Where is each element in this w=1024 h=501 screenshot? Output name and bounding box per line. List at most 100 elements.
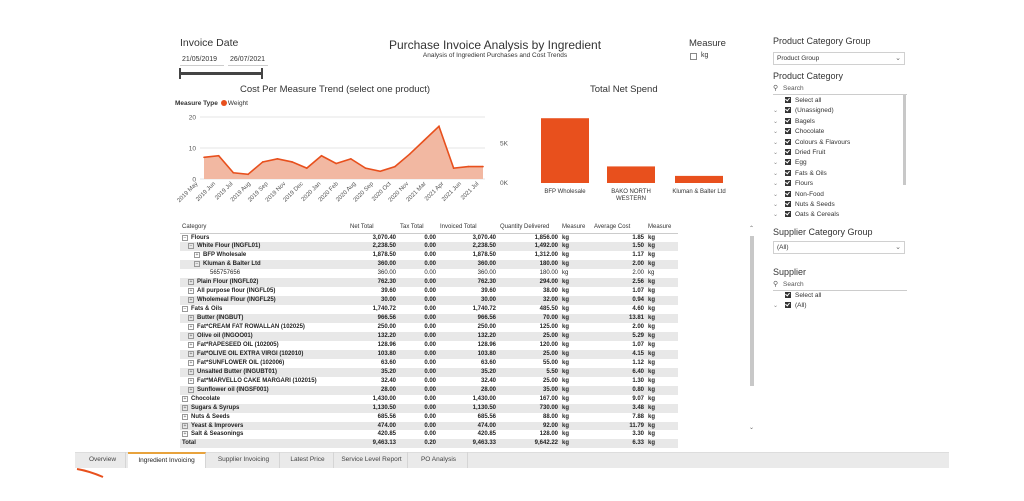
expand-icon[interactable]: + <box>188 315 194 322</box>
tab-ingredient-invoicing[interactable]: Ingredient Invoicing <box>128 452 206 468</box>
expand-icon[interactable]: + <box>182 395 188 402</box>
product-category-item[interactable]: ⌄ Dried Fruit <box>773 148 907 158</box>
bar[interactable] <box>607 166 655 183</box>
table-row[interactable]: + BFP Wholesale 1,878.50 0.00 1,878.50 1,312.… <box>180 251 678 260</box>
supplier-select-all[interactable]: Select all <box>773 291 907 301</box>
tab-latest-price[interactable]: Latest Price <box>282 452 334 468</box>
expand-icon[interactable]: + <box>188 279 194 286</box>
bar[interactable] <box>675 175 723 183</box>
expand-icon[interactable]: + <box>188 377 194 384</box>
scroll-down-icon[interactable]: ⌄ <box>749 424 754 431</box>
data-point[interactable] <box>305 167 308 169</box>
data-point[interactable] <box>261 161 264 163</box>
product-category-item[interactable]: ⌄ Flours <box>773 179 907 189</box>
expand-icon[interactable]: + <box>182 413 188 420</box>
date-slider-start-handle[interactable] <box>179 68 181 79</box>
product-category-item[interactable]: ⌄ Bagels <box>773 117 907 127</box>
tab-supplier-invoicing[interactable]: Supplier Invoicing <box>208 452 280 468</box>
expand-icon[interactable]: + <box>194 252 200 259</box>
data-point[interactable] <box>394 165 396 168</box>
data-point[interactable] <box>379 170 382 173</box>
expand-icon[interactable]: + <box>188 359 194 366</box>
data-point[interactable] <box>247 173 249 176</box>
table-row[interactable]: + Fat*MARVELLO CAKE MARGARI (102015) 32.40… <box>180 377 678 386</box>
end-date-input[interactable]: 26/07/2021 <box>228 53 268 66</box>
table-row[interactable]: − White Flour (INGFL01) 2,238.50 0.00 2,238.… <box>180 242 678 252</box>
table-row[interactable]: − Fats & Oils 1,740.72 0.00 1,740.72 485.50 kg… <box>180 305 678 314</box>
collapse-icon[interactable]: − <box>182 234 188 241</box>
cost-per-measure-chart[interactable]: 010202019 May2019 Jun2019 Jul2019 Aug201… <box>170 108 490 218</box>
column-header[interactable]: Category <box>180 222 348 234</box>
table-row[interactable]: + Butter (INGBUT) 966.56 0.00 966.56 70.00 kg 1… <box>180 314 678 324</box>
table-row[interactable]: + Fat*CREAM FAT ROWALLAN (102025) 250.00 0.… <box>180 323 678 332</box>
collapse-icon[interactable]: − <box>188 243 194 250</box>
product-category-select-all[interactable]: Select all <box>773 96 907 106</box>
column-header[interactable]: Average Cost <box>592 222 646 234</box>
data-point[interactable] <box>232 172 235 174</box>
data-point[interactable] <box>467 165 470 168</box>
table-row[interactable]: 565757656 360.00 0.00 360.00 180.00 kg 2.00 kg <box>180 269 678 278</box>
data-point[interactable] <box>320 154 323 157</box>
start-date-input[interactable]: 21/05/2019 <box>180 53 224 66</box>
product-category-item[interactable]: ⌄ (Unassigned) <box>773 106 907 116</box>
table-row[interactable]: + Plain Flour (INGFL02) 762.30 0.00 762.30 29… <box>180 278 678 288</box>
data-point[interactable] <box>350 158 352 160</box>
table-total-row[interactable]: Total 9,463.13 0.20 9,463.33 9,642.22 kg 6.33 k… <box>180 439 678 449</box>
expand-icon[interactable]: + <box>182 404 188 411</box>
table-row[interactable]: + Sunflower oil (INGSF001) 28.00 0.00 28.00 3… <box>180 385 678 395</box>
table-row[interactable]: + Salt & Seasonings 420.85 0.00 420.85 128.00… <box>180 430 678 439</box>
product-category-item[interactable]: ⌄ Oats & Cereals <box>773 210 907 220</box>
date-slider-end-handle[interactable] <box>261 68 263 79</box>
data-point[interactable] <box>482 165 484 168</box>
table-scrollbar[interactable] <box>750 236 754 386</box>
measure-kg-checkbox[interactable] <box>690 53 697 60</box>
data-point[interactable] <box>203 156 205 159</box>
table-row[interactable]: + All purpose flour (INGFL05) 39.60 0.00 39.… <box>180 287 678 296</box>
table-row[interactable]: − Kluman & Balter Ltd 360.00 0.00 360.00 180.… <box>180 260 678 270</box>
expand-icon[interactable]: + <box>188 288 194 295</box>
data-point[interactable] <box>452 167 455 169</box>
product-category-search[interactable]: ⚲ Search <box>773 83 907 95</box>
product-category-item[interactable]: ⌄ Chocolate <box>773 127 907 137</box>
product-category-item[interactable]: ⌄ Nuts & Seeds <box>773 200 907 210</box>
column-header[interactable]: Quantity Delivered <box>498 222 560 234</box>
table-row[interactable]: + Yeast & Improvers 474.00 0.00 474.00 92.00 k… <box>180 421 678 431</box>
data-point[interactable] <box>408 153 411 155</box>
expand-icon[interactable]: + <box>188 324 194 331</box>
table-row[interactable]: + Wholemeal Flour (INGFL25) 30.00 0.00 30.00… <box>180 296 678 306</box>
table-row[interactable]: + Olive oil (INGOO01) 132.20 0.00 132.20 25.0… <box>180 331 678 341</box>
column-header[interactable]: Measure <box>560 222 592 234</box>
supplier-category-group-dropdown[interactable]: (All) ⌄ <box>773 241 905 254</box>
table-row[interactable]: + Chocolate 1,430.00 0.00 1,430.00 167.00 kg 9.… <box>180 395 678 404</box>
expand-icon[interactable]: + <box>182 431 188 438</box>
expand-icon[interactable]: + <box>188 341 194 348</box>
collapse-icon[interactable]: − <box>182 306 188 313</box>
product-category-item[interactable]: ⌄ Fats & Oils <box>773 169 907 179</box>
table-row[interactable]: + Fat*RAPESEED OIL (102005) 128.96 0.00 128.… <box>180 341 678 350</box>
expand-icon[interactable]: + <box>188 297 194 304</box>
table-row[interactable]: + Nuts & Seeds 685.56 0.00 685.56 88.00 kg 7.88… <box>180 413 678 422</box>
table-row[interactable]: + Unsalted Butter (INGUBT01) 35.20 0.00 35.2… <box>180 367 678 377</box>
data-point[interactable] <box>335 162 337 165</box>
tab-po-analysis[interactable]: PO Analysis <box>410 452 468 468</box>
table-row[interactable]: + Fat*OLIVE OIL EXTRA VIRGI (102010) 103.8… <box>180 349 678 359</box>
column-header[interactable]: Net Total <box>348 222 398 234</box>
product-category-item[interactable]: ⌄ Egg <box>773 158 907 168</box>
data-point[interactable] <box>291 161 293 163</box>
supplier-item[interactable]: ⌄ (All) <box>773 301 907 311</box>
expand-icon[interactable]: + <box>188 350 194 357</box>
table-row[interactable]: − Flours 3,070.40 0.00 3,070.40 1,856.00 kg 1.8… <box>180 233 678 242</box>
expand-icon[interactable]: + <box>188 386 194 393</box>
supplier-search[interactable]: ⚲ Search <box>773 279 907 291</box>
expand-icon[interactable]: + <box>182 422 188 429</box>
scroll-up-icon[interactable]: ⌃ <box>749 225 754 232</box>
data-point[interactable] <box>423 139 426 142</box>
product-category-group-dropdown[interactable]: Product Group ⌄ <box>773 52 905 65</box>
total-net-spend-chart[interactable]: 0K 5K BFP Wholesale BAKO NORTHWESTERN Kluman… <box>490 100 740 210</box>
column-header[interactable]: Tax Total <box>398 222 438 234</box>
column-header[interactable]: Measure <box>646 222 678 234</box>
table-row[interactable]: + Sugars & Syrups 1,130.50 0.00 1,130.50 730.… <box>180 403 678 413</box>
data-point[interactable] <box>276 158 279 160</box>
date-range-slider[interactable] <box>180 72 262 75</box>
tab-overview[interactable]: Overview <box>80 452 126 468</box>
